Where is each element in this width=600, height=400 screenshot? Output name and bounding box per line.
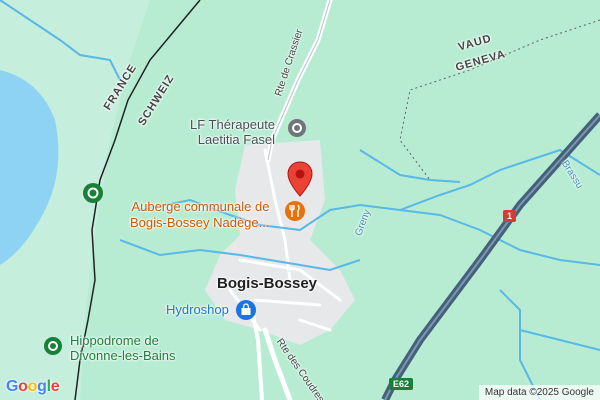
restaurant-line-2: Bogis-Bossey Nadège... <box>130 215 270 230</box>
google-logo: Google <box>6 378 60 395</box>
hippodrome-line-2: Divonne-les-Bains <box>70 348 176 363</box>
park-icon[interactable] <box>82 182 104 204</box>
shopping-bag-icon[interactable] <box>235 299 257 321</box>
hippodrome-line-1: Hippodrome de <box>70 333 159 348</box>
restaurant-label[interactable]: Auberge communale de Bogis-Bossey Nadège… <box>130 200 269 229</box>
park-icon[interactable] <box>43 336 63 356</box>
poi-therapist-line-1: LF Thérapeute <box>190 117 276 132</box>
location-pin-icon[interactable] <box>286 160 314 198</box>
hippodrome-label[interactable]: Hippodrome de Divonne-les-Bains <box>70 334 176 362</box>
landmark-icon[interactable] <box>287 118 307 138</box>
poi-therapist-line-2: Laetitia Fasel <box>197 132 276 147</box>
hydroshop-label[interactable]: Hydroshop <box>166 303 229 316</box>
poi-therapist-label[interactable]: LF Thérapeute Laetitia Fasel <box>190 118 275 146</box>
restaurant-icon[interactable] <box>284 200 306 222</box>
highway-shield-e62: E62 <box>389 378 414 390</box>
map-view[interactable]: FRANCE SCHWEIZ VAUD GENEVA Rte de Crassi… <box>0 0 600 400</box>
restaurant-line-1: Auberge communale de <box>131 199 270 214</box>
map-attribution[interactable]: Map data ©2025 Google <box>478 385 600 400</box>
highway-shield-1: 1 <box>503 210 517 222</box>
town-label[interactable]: Bogis-Bossey <box>217 276 317 291</box>
